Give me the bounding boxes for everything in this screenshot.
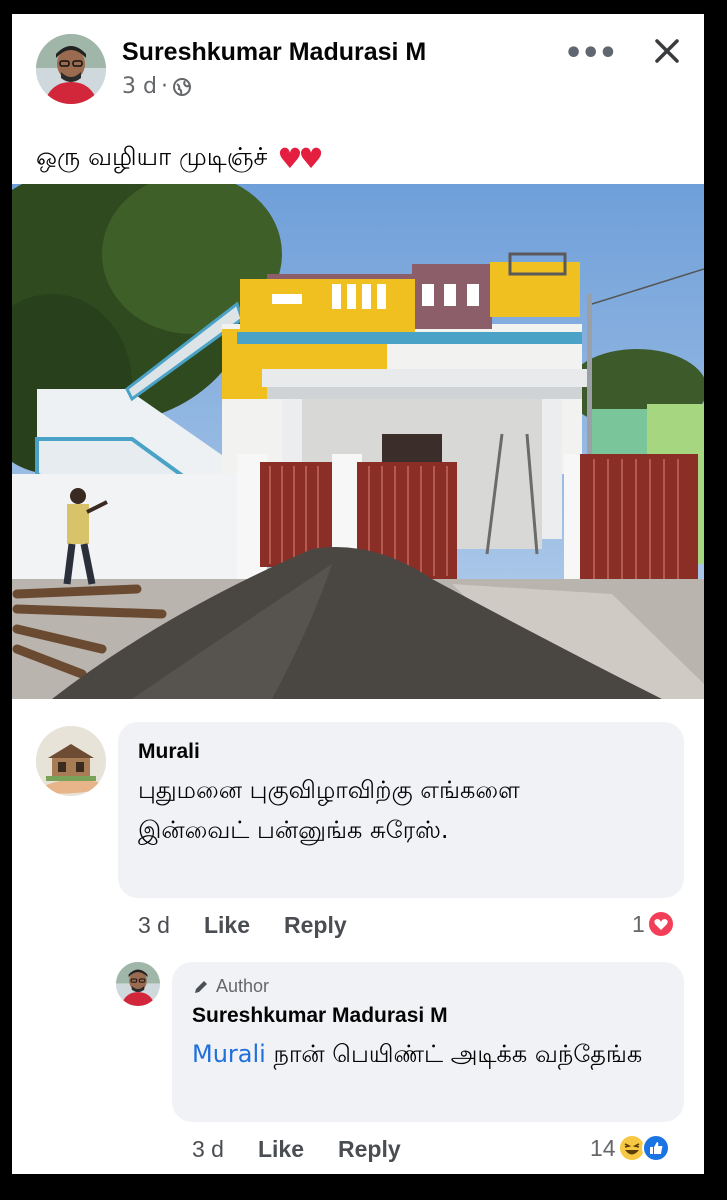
- post-photo[interactable]: [12, 184, 704, 699]
- like-button[interactable]: Like: [204, 912, 250, 939]
- comment-author[interactable]: Murali: [138, 740, 200, 764]
- reply-reaction-count: 14: [590, 1134, 616, 1161]
- commenter-avatar[interactable]: [36, 726, 106, 796]
- comment-text: புதுமனை புகுவிழாவிற்கு எங்களை இன்வைட் பன…: [138, 776, 520, 844]
- reply-body: நான் பெயிண்ட் அடிக்க வந்தேங்க: [265, 1040, 643, 1068]
- heart-emoji-icon: ♥♥: [277, 142, 323, 175]
- reply-time[interactable]: 3 d: [192, 1136, 224, 1163]
- poster-name[interactable]: Sureshkumar Madurasi M: [122, 38, 426, 67]
- comment-bubble[interactable]: Murali புதுமனை புகுவிழாவிற்கு எங்களை இன்…: [118, 722, 684, 898]
- more-options-icon[interactable]: •••: [564, 36, 618, 71]
- post-card: Sureshkumar Madurasi M 3 d · ••• ஒரு வழி…: [12, 14, 704, 1174]
- reply-button[interactable]: Reply: [284, 912, 347, 939]
- like-reaction-icon: [641, 1134, 670, 1162]
- comment-time[interactable]: 3 d: [138, 912, 170, 939]
- reply-reply-button[interactable]: Reply: [338, 1136, 401, 1163]
- reply-bubble[interactable]: Author Sureshkumar Madurasi M Murali நான…: [172, 962, 684, 1122]
- comment-actions: 3 d Like Reply: [138, 912, 347, 939]
- reply-actions: 3 d Like Reply: [192, 1136, 401, 1163]
- mention-link[interactable]: Murali: [192, 1040, 266, 1068]
- reply-author[interactable]: Sureshkumar Madurasi M: [192, 1004, 448, 1028]
- reply-avatar[interactable]: [116, 962, 160, 1006]
- post-time[interactable]: 3 d: [122, 74, 157, 99]
- reply-reactions[interactable]: 14: [590, 1134, 670, 1162]
- post-meta: 3 d ·: [122, 74, 192, 99]
- close-icon[interactable]: [652, 36, 682, 66]
- globe-icon: [172, 77, 192, 97]
- caption-text: ஒரு வழியா முடிஞ்ச்: [36, 142, 268, 171]
- meta-separator: ·: [160, 74, 168, 99]
- comment-reactions[interactable]: 1: [632, 910, 675, 938]
- reply-like-button[interactable]: Like: [258, 1136, 304, 1163]
- author-badge-label: Author: [216, 976, 270, 996]
- love-reaction-icon: [646, 910, 675, 938]
- post-caption: ஒரு வழியா முடிஞ்ச் ♥♥: [36, 142, 324, 175]
- pen-icon: [192, 978, 210, 996]
- reply-text: Murali நான் பெயிண்ட் அடிக்க வந்தேங்க: [192, 1034, 662, 1074]
- author-badge: Author: [192, 976, 269, 997]
- poster-avatar[interactable]: [36, 34, 106, 104]
- reaction-count: 1: [632, 910, 645, 937]
